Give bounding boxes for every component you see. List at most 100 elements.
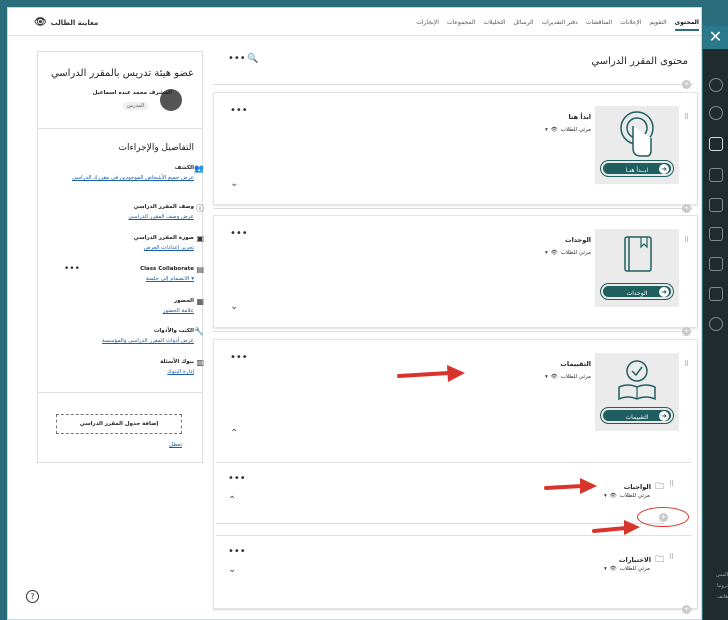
drag-handle-icon[interactable]: ⠿ <box>669 553 674 561</box>
courses-icon[interactable] <box>709 137 723 151</box>
tools-link[interactable]: عرض أدوات المقرر الدراسي والمؤسسة <box>54 337 194 346</box>
visibility-dropdown[interactable]: ▾ 👁 مرئي للطلاب <box>604 493 650 499</box>
visibility-dropdown[interactable]: ▾ 👁 مرئي للطلاب <box>604 566 650 572</box>
drag-handle-icon[interactable]: ⠿ <box>684 113 689 121</box>
chevron-down-icon[interactable]: ⌄ <box>230 301 238 312</box>
eye-icon: 👁 <box>609 566 617 572</box>
calendar-icon[interactable] <box>709 198 723 212</box>
divider <box>213 208 693 209</box>
eye-icon: 👁 <box>550 250 558 256</box>
red-arrow-annotation <box>592 520 640 535</box>
tab-messages[interactable]: الرسائل <box>514 19 534 31</box>
tab-discussions[interactable]: المناقشات <box>586 19 612 31</box>
content-title: محتوى المقرر الدراسي <box>591 56 688 67</box>
divider <box>38 128 202 129</box>
item-title[interactable]: التقييمات <box>560 360 591 368</box>
content-item-start-here[interactable]: ⠿ ابــدأ هنـا ➜ ابدأ هنا ▾ 👁 مرئي للطلاب… <box>213 92 698 205</box>
arrow-right-icon: ➜ <box>659 411 669 421</box>
wrench-icon: 🔧 <box>194 327 204 336</box>
video-icon: ▤ <box>196 265 204 274</box>
more-options-icon[interactable]: ••• <box>228 473 246 484</box>
edit-icon[interactable] <box>709 287 723 301</box>
content-item-tests[interactable]: ⠿ الاختبارات 🗀 ▾ 👁 مرئي للطلاب ••• ⌄ <box>216 535 692 585</box>
add-content-icon[interactable]: + <box>682 605 691 614</box>
assessments-thumbnail[interactable]: التقييمات ➜ <box>595 353 679 431</box>
units-button[interactable]: الوحدات ➜ <box>601 284 673 299</box>
visibility-label: مرئي للطلاب <box>560 127 591 133</box>
drag-handle-icon[interactable]: ⠿ <box>684 236 689 244</box>
grades-icon[interactable] <box>709 257 723 271</box>
chevron-up-icon[interactable]: ⌃ <box>230 428 238 439</box>
tab-achievements[interactable]: الإنجازات <box>416 19 439 31</box>
content-item-units[interactable]: ⠿ الوحدات ➜ الوحدات ▾ 👁 مرئي للطلاب ••• … <box>213 215 698 328</box>
info-icon: ⓘ <box>196 204 204 213</box>
add-content-icon[interactable]: + <box>682 327 691 336</box>
units-thumbnail[interactable]: الوحدات ➜ <box>595 229 679 307</box>
description-link[interactable]: عرض وصف المقرر الدراسي <box>54 213 194 222</box>
more-options-icon[interactable]: ••• <box>230 228 248 239</box>
add-content-icon[interactable]: + <box>682 204 691 213</box>
tab-groups[interactable]: المجموعات <box>447 19 475 31</box>
visibility-dropdown[interactable]: ▾ 👁 مرئي للطلاب <box>545 374 591 380</box>
detail-label: Class Collaborate <box>140 266 194 272</box>
manage-banks-link[interactable]: إدارة البنوك <box>54 368 194 377</box>
eye-icon: 👁 <box>609 493 617 499</box>
content-item-assignments[interactable]: ⠿ الواجبات 🗀 ▾ 👁 مرئي للطلاب ••• ⌃ <box>216 462 692 518</box>
divider <box>213 331 693 332</box>
visibility-dropdown[interactable]: ▾ 👁 مرئي للطلاب <box>545 127 591 133</box>
course-tabs: المحتوى التقويم الإعلانات المناقشات دفتر… <box>416 19 699 31</box>
item-title[interactable]: الواجبات <box>624 483 651 491</box>
divider <box>213 84 693 85</box>
sign-out-icon[interactable] <box>709 317 723 331</box>
roster-link[interactable]: عرض جميع الأشخاص الموجودين في مقررك الدر… <box>54 174 194 183</box>
tab-announcements[interactable]: الإعلانات <box>620 19 641 31</box>
chevron-up-icon[interactable]: ⌃ <box>228 495 236 506</box>
more-options-icon[interactable]: ••• <box>228 546 246 557</box>
user-icon[interactable] <box>709 78 723 92</box>
detail-description: ⓘ وصف المقرر الدراسي عرض وصف المقرر الدر… <box>54 204 204 222</box>
display-settings-link[interactable]: تحرير إعدادات العرض <box>54 244 194 253</box>
tab-analytics[interactable]: التحليلات <box>483 19 505 31</box>
arrow-right-icon: ➜ <box>659 287 669 297</box>
attendance-link[interactable]: علامة الحضور <box>54 307 194 316</box>
drag-handle-icon[interactable]: ⠿ <box>669 480 674 488</box>
chevron-down-icon: ▾ <box>544 250 548 256</box>
start-here-thumbnail[interactable]: ابــدأ هنـا ➜ <box>595 106 679 184</box>
more-options-icon[interactable]: ••• <box>228 53 246 64</box>
join-session-link[interactable]: الانضمام إلى جلسة ▾ <box>54 275 194 284</box>
drag-handle-icon[interactable]: ⠿ <box>684 360 689 368</box>
assessments-button[interactable]: التقييمات ➜ <box>601 408 673 423</box>
detail-label: وصف المقرر الدراسي <box>133 204 194 210</box>
item-title[interactable]: الاختبارات <box>619 556 651 564</box>
chevron-down-icon[interactable]: ⌄ <box>228 564 236 575</box>
detail-label: الكتب والأدوات <box>153 328 194 334</box>
tab-gradebook[interactable]: دفتر التقديرات <box>541 19 577 31</box>
eye-icon: 👁 <box>550 374 558 380</box>
search-icon[interactable]: 🔍 <box>247 54 258 64</box>
close-icon[interactable]: ✕ <box>703 26 728 49</box>
instructor-name[interactable]: المشرف محمد عبده اسماعيل <box>93 90 172 96</box>
student-preview-button[interactable]: 👁 معاينة الطالب <box>34 17 98 28</box>
tab-calendar[interactable]: التقويم <box>650 19 667 31</box>
add-schedule-button[interactable]: إضافة جدول المقرر الدراسي <box>56 414 182 434</box>
globe-icon[interactable] <box>709 106 723 120</box>
start-here-button[interactable]: ابــدأ هنـا ➜ <box>601 161 673 176</box>
messages-icon[interactable] <box>709 227 723 241</box>
detail-tools: 🔧 الكتب والأدوات عرض أدوات المقرر الدراس… <box>54 327 204 346</box>
groups-icon[interactable] <box>709 168 723 182</box>
detail-collaborate: ▤ Class Collaborate الانضمام إلى جلسة ▾ <box>54 265 204 284</box>
more-options-icon[interactable]: ••• <box>230 352 248 363</box>
visibility-dropdown[interactable]: ▾ 👁 مرئي للطلاب <box>545 250 591 256</box>
attendance-icon: ▦ <box>196 297 204 306</box>
disabled-link[interactable]: تعطل <box>169 442 182 448</box>
instructor-title: عضو هيئة تدريس بالمقرر الدراسي <box>50 68 194 79</box>
help-icon[interactable]: ? <box>26 590 39 603</box>
item-title[interactable]: الوحدات <box>565 236 591 244</box>
more-options-icon[interactable]: ••• <box>230 105 248 116</box>
book-icon <box>624 236 652 272</box>
add-content-icon[interactable]: + <box>682 80 691 89</box>
tab-content[interactable]: المحتوى <box>674 19 699 31</box>
detail-label: الحضور <box>174 298 194 304</box>
chevron-down-icon[interactable]: ⌄ <box>230 178 238 189</box>
item-title[interactable]: ابدأ هنا <box>568 113 591 121</box>
